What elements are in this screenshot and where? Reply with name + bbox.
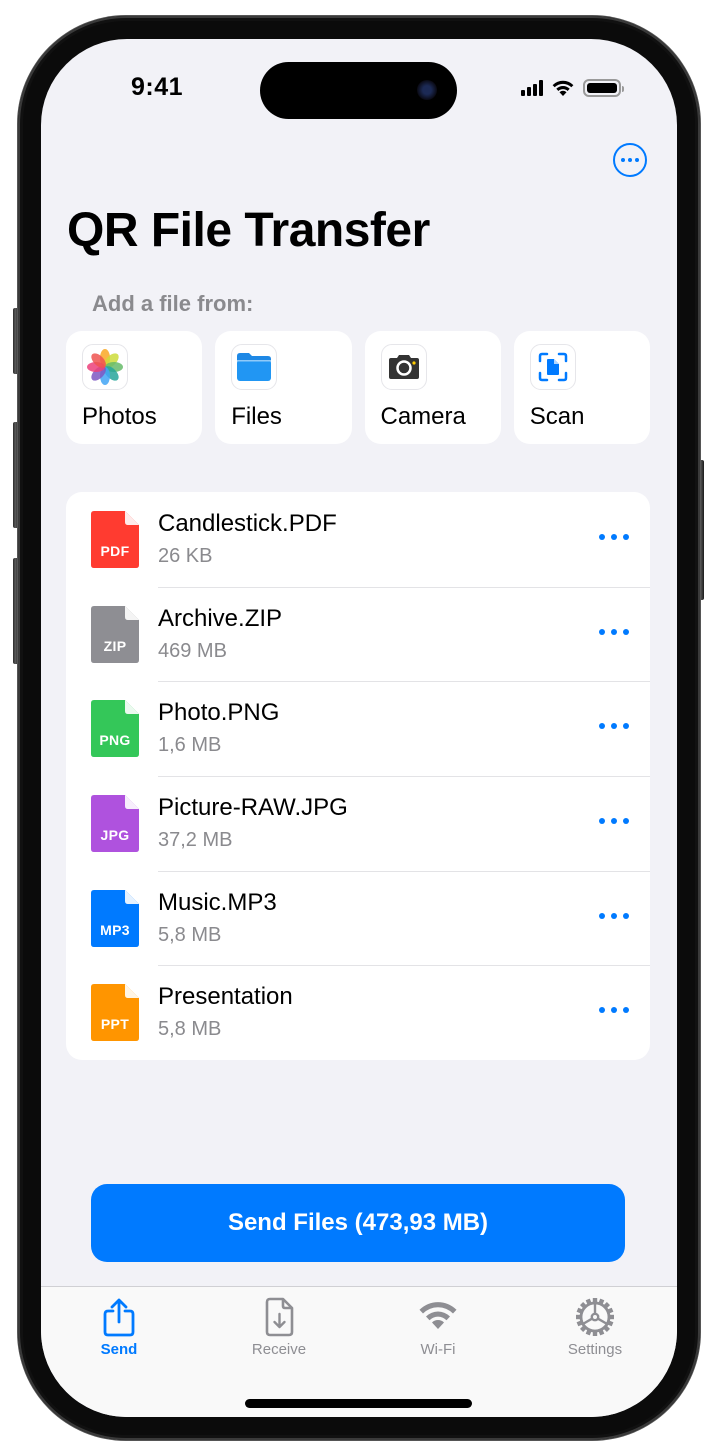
document-scan-icon bbox=[529, 344, 576, 390]
source-label: Photos bbox=[82, 403, 157, 430]
tab-settings[interactable]: Settings bbox=[535, 1287, 655, 1367]
status-icons bbox=[521, 79, 624, 97]
file-name: Photo.PNG bbox=[158, 699, 280, 727]
dot-icon bbox=[611, 534, 617, 540]
dot-icon bbox=[628, 158, 632, 162]
file-type-icon: MP3 bbox=[91, 889, 139, 947]
dot-icon bbox=[623, 723, 629, 730]
file-list-item[interactable]: JPG Picture-RAW.JPG 37,2 MB bbox=[66, 776, 650, 871]
file-name: Picture-RAW.JPG bbox=[158, 794, 348, 822]
status-time: 9:41 bbox=[131, 73, 184, 101]
dot-icon bbox=[611, 912, 617, 919]
status-bar: 9:41 bbox=[41, 39, 677, 139]
file-size: 5,8 MB bbox=[158, 923, 222, 946]
file-list-item[interactable]: PDF Candlestick.PDF 26 KB bbox=[66, 492, 650, 587]
file-type-label: JPG bbox=[100, 827, 130, 844]
dot-icon bbox=[611, 818, 617, 825]
file-options-button[interactable] bbox=[599, 1003, 629, 1017]
dot-icon bbox=[623, 628, 629, 635]
file-name: Music.MP3 bbox=[158, 888, 277, 916]
source-label: Camera bbox=[380, 403, 466, 430]
file-list: PDF Candlestick.PDF 26 KB ZIP Archive.ZI… bbox=[66, 492, 650, 1060]
share-upload-icon bbox=[103, 1298, 135, 1337]
file-type-label: PNG bbox=[99, 732, 131, 749]
wifi-status-icon bbox=[552, 80, 574, 96]
tab-wifi[interactable]: Wi-Fi bbox=[378, 1287, 498, 1367]
file-name: Candlestick.PDF bbox=[158, 510, 337, 537]
dot-icon bbox=[599, 628, 605, 635]
camera-lens-icon bbox=[417, 80, 437, 100]
tab-label: Receive bbox=[251, 1341, 307, 1358]
dot-icon bbox=[599, 912, 605, 919]
file-type-label: PPT bbox=[100, 1016, 130, 1033]
tab-receive[interactable]: Receive bbox=[219, 1287, 339, 1367]
source-photos-button[interactable]: Photos bbox=[66, 331, 203, 444]
file-size: 26 KB bbox=[158, 545, 213, 567]
wifi-icon bbox=[419, 1302, 457, 1329]
source-label: Files bbox=[231, 403, 282, 430]
file-size: 5,8 MB bbox=[158, 1018, 222, 1041]
cellular-signal-icon bbox=[521, 80, 543, 96]
dot-icon bbox=[623, 1007, 629, 1014]
file-type-icon: PPT bbox=[91, 984, 139, 1042]
source-files-button[interactable]: Files bbox=[215, 331, 352, 444]
photos-icon bbox=[82, 344, 128, 390]
file-type-label: PDF bbox=[100, 543, 130, 559]
file-options-button[interactable] bbox=[599, 625, 629, 639]
tab-label: Wi-Fi bbox=[420, 1341, 456, 1358]
file-size: 1,6 MB bbox=[158, 734, 222, 757]
file-options-button[interactable] bbox=[599, 909, 629, 923]
dot-icon bbox=[599, 723, 605, 730]
dot-icon bbox=[611, 1007, 617, 1014]
camera-icon bbox=[380, 344, 427, 390]
file-type-label: ZIP bbox=[103, 637, 127, 654]
file-name: Presentation bbox=[158, 983, 293, 1011]
battery-icon bbox=[583, 79, 624, 97]
dot-icon bbox=[599, 534, 605, 540]
dot-icon bbox=[611, 628, 617, 635]
file-type-icon: JPG bbox=[91, 795, 139, 853]
source-label: Scan bbox=[529, 403, 585, 430]
source-scan-button[interactable]: Scan bbox=[513, 331, 650, 444]
document-download-icon bbox=[265, 1297, 294, 1337]
app-screen: 9:41 QR File Transfer Add a file from: P… bbox=[41, 39, 677, 1417]
file-type-icon: PDF bbox=[91, 511, 139, 568]
source-camera-button[interactable]: Camera bbox=[364, 331, 501, 444]
tab-label: Settings bbox=[567, 1341, 623, 1358]
file-type-icon: PNG bbox=[91, 700, 139, 758]
tab-label: Send bbox=[100, 1341, 138, 1358]
file-list-item[interactable]: PNG Photo.PNG 1,6 MB bbox=[66, 681, 650, 776]
dot-icon bbox=[611, 723, 617, 730]
dynamic-island bbox=[260, 62, 457, 119]
dot-icon bbox=[635, 158, 639, 162]
dot-icon bbox=[599, 1007, 605, 1014]
file-source-picker: Photos Files Camera Scan bbox=[66, 331, 650, 444]
more-options-button[interactable] bbox=[613, 143, 647, 177]
add-file-section-label: Add a file from: bbox=[92, 291, 254, 316]
file-list-item[interactable]: PPT Presentation 5,8 MB bbox=[66, 965, 650, 1060]
file-name: Archive.ZIP bbox=[158, 604, 283, 632]
file-options-button[interactable] bbox=[599, 530, 629, 544]
file-size: 37,2 MB bbox=[158, 829, 233, 852]
dot-icon bbox=[623, 534, 629, 540]
dot-icon bbox=[623, 912, 629, 919]
file-type-label: MP3 bbox=[100, 921, 130, 938]
file-options-button[interactable] bbox=[599, 719, 629, 733]
home-indicator[interactable] bbox=[245, 1399, 472, 1408]
file-size: 469 MB bbox=[158, 639, 227, 662]
gear-icon bbox=[576, 1298, 614, 1336]
file-list-item[interactable]: ZIP Archive.ZIP 469 MB bbox=[66, 586, 650, 682]
file-list-item[interactable]: MP3 Music.MP3 5,8 MB bbox=[66, 870, 650, 966]
page-title: QR File Transfer bbox=[67, 204, 430, 257]
tab-send[interactable]: Send bbox=[59, 1287, 179, 1367]
dot-icon bbox=[623, 818, 629, 825]
file-type-icon: ZIP bbox=[91, 605, 139, 663]
send-files-button[interactable]: Send Files (473,93 MB) bbox=[91, 1184, 625, 1262]
files-folder-icon bbox=[231, 344, 278, 390]
dot-icon bbox=[621, 158, 625, 162]
dot-icon bbox=[599, 818, 605, 825]
file-options-button[interactable] bbox=[599, 814, 629, 828]
tab-bar: Send Receive Wi-Fi Settings bbox=[41, 1286, 677, 1417]
